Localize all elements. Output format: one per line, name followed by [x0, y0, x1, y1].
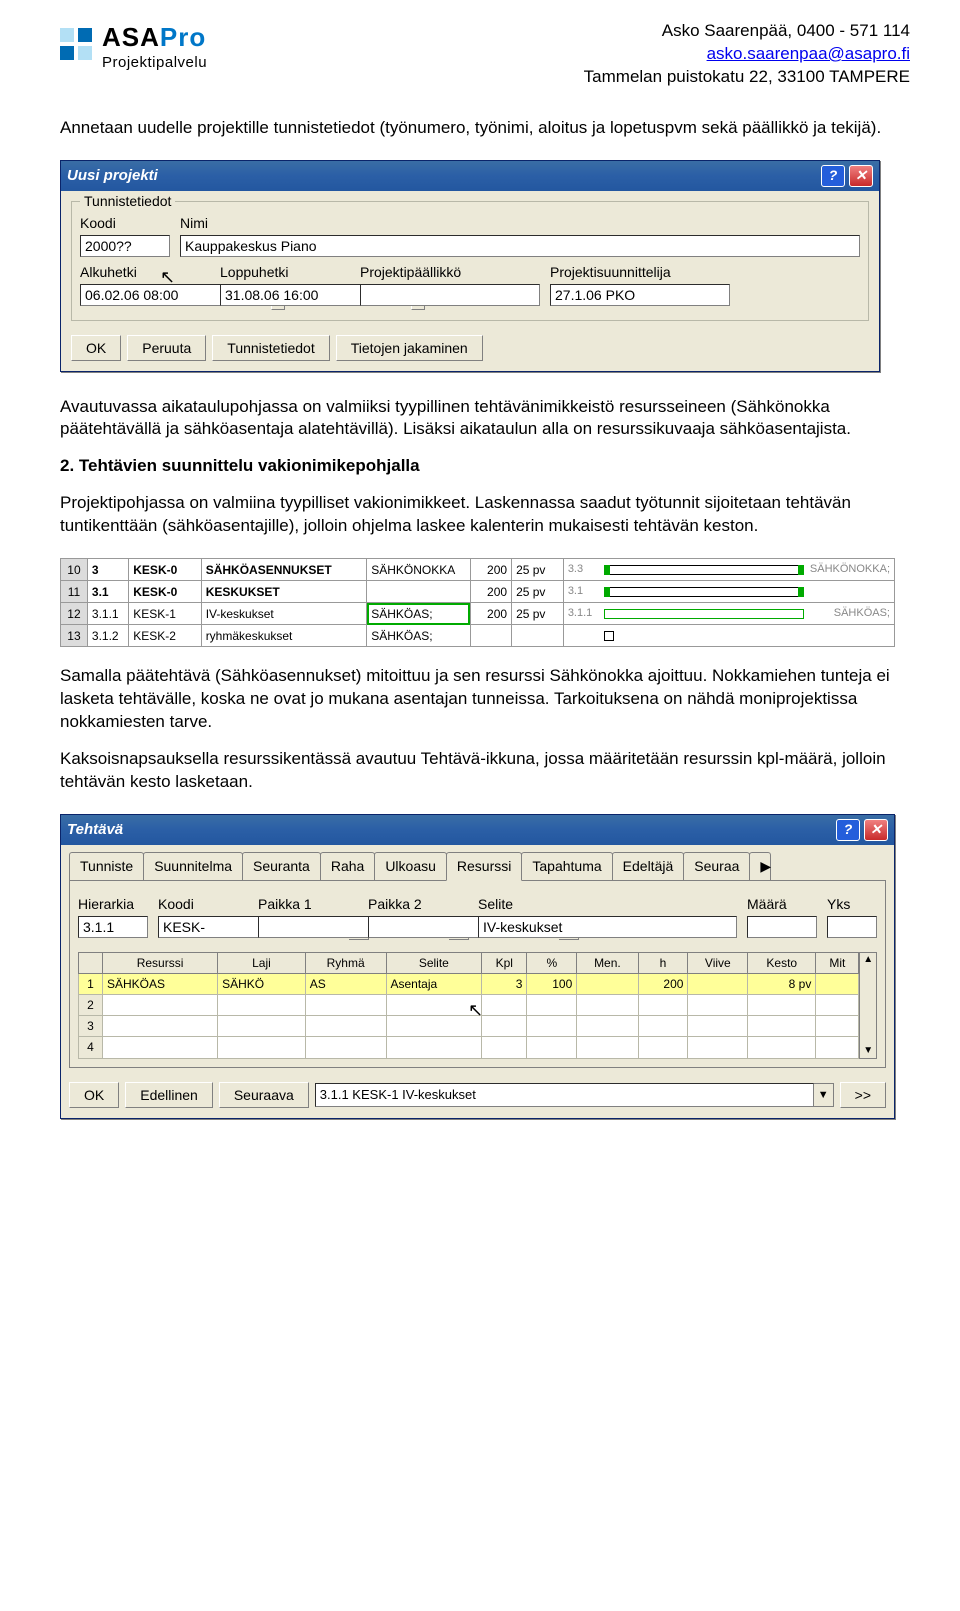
label-yks: Yks: [827, 895, 877, 914]
label-hierarkia: Hierarkia: [78, 895, 148, 914]
task-selector[interactable]: [315, 1083, 814, 1107]
dialog-uusi-projekti: Uusi projekti ? ✕ Tunnistetiedot Koodi N…: [60, 160, 880, 372]
table-row[interactable]: 123.1.1KESK-1IV-keskuksetSÄHKÖAS;20025 p…: [61, 603, 895, 625]
previous-button[interactable]: Edellinen: [125, 1082, 213, 1108]
dialog-title: Tehtävä: [67, 820, 123, 840]
label-paallikko: Projektipäällikkö: [360, 263, 540, 282]
scroll-down-icon[interactable]: ▼: [863, 1044, 873, 1058]
dialog-tehtava: Tehtävä ? ✕ TunnisteSuunnitelmaSeurantaR…: [60, 814, 895, 1119]
table-row[interactable]: 2: [79, 995, 859, 1016]
help-icon[interactable]: ?: [821, 165, 845, 187]
ok-button[interactable]: OK: [71, 335, 121, 361]
col-header[interactable]: Kesto: [748, 952, 816, 973]
tab-ulkoasu[interactable]: Ulkoasu: [374, 852, 447, 880]
contact-address: Tammelan puistokatu 22, 33100 TAMPERE: [584, 66, 910, 89]
table-row[interactable]: 4: [79, 1037, 859, 1058]
col-header[interactable]: Mit: [816, 952, 859, 973]
table-row[interactable]: 1SÄHKÖASSÄHKÖASAsentaja31002008 pv: [79, 973, 859, 994]
tab-edeltäjä[interactable]: Edeltäjä: [612, 852, 685, 880]
input-suunnittelija[interactable]: [550, 284, 730, 306]
col-header[interactable]: %: [527, 952, 577, 973]
contact-name: Asko Saarenpää, 0400 - 571 114: [584, 20, 910, 43]
paragraph-2: Avautuvassa aikataulupohjassa on valmiik…: [60, 396, 910, 442]
next-button[interactable]: Seuraava: [219, 1082, 309, 1108]
contact-email[interactable]: asko.saarenpaa@asapro.fi: [707, 44, 910, 63]
paragraph-3: Projektipohjassa on valmiina tyypilliset…: [60, 492, 910, 538]
logo-icon: [60, 28, 92, 60]
input-paallikko[interactable]: [360, 284, 540, 306]
titlebar[interactable]: Uusi projekti ? ✕: [61, 161, 879, 191]
label-koodi: Koodi: [158, 895, 248, 914]
tab-tunniste[interactable]: Tunniste: [69, 852, 144, 880]
page-header: ASAPro Projektipalvelu Asko Saarenpää, 0…: [60, 20, 910, 89]
close-icon[interactable]: ✕: [849, 165, 873, 187]
tab-pane: Hierarkia Koodi ▼ Paikka 1 ▼ Paikka 2: [69, 880, 886, 1068]
label-alkuhetki: Alkuhetki: [80, 263, 210, 282]
dropdown-icon[interactable]: ▼: [814, 1083, 834, 1107]
label-selite: Selite: [478, 895, 737, 914]
group-tunnistetiedot: Tunnistetiedot Koodi Nimi ↖ Alkuhetki ..…: [71, 201, 869, 321]
table-row[interactable]: 3: [79, 1016, 859, 1037]
col-header[interactable]: [79, 952, 103, 973]
col-header[interactable]: Ryhmä: [305, 952, 386, 973]
cancel-button[interactable]: Peruuta: [127, 335, 206, 361]
resource-table[interactable]: ResurssiLajiRyhmäSeliteKpl%Men.hViiveKes…: [78, 952, 859, 1059]
input-nimi[interactable]: [180, 235, 860, 257]
ok-button[interactable]: OK: [69, 1082, 119, 1108]
label-loppuhetki: Loppuhetki: [220, 263, 350, 282]
col-header[interactable]: Viive: [688, 952, 748, 973]
input-selite[interactable]: [478, 916, 737, 938]
input-maara[interactable]: [747, 916, 817, 938]
contact-block: Asko Saarenpää, 0400 - 571 114 asko.saar…: [584, 20, 910, 89]
help-icon[interactable]: ?: [836, 819, 860, 841]
tab-seuranta[interactable]: Seuranta: [242, 852, 321, 880]
col-header[interactable]: Selite: [386, 952, 482, 973]
col-header[interactable]: Men.: [577, 952, 638, 973]
paragraph-1: Annetaan uudelle projektille tunnistetie…: [60, 117, 910, 140]
tab-suunnitelma[interactable]: Suunnitelma: [143, 852, 243, 880]
tab-scroll-right[interactable]: ▶: [749, 852, 771, 880]
group-legend: Tunnistetiedot: [80, 192, 175, 211]
task-table: 103KESK-0SÄHKÖASENNUKSETSÄHKÖNOKKA20025 …: [60, 558, 895, 647]
col-header[interactable]: h: [638, 952, 688, 973]
tab-raha[interactable]: Raha: [320, 852, 375, 880]
tab-bar: TunnisteSuunnitelmaSeurantaRahaUlkoasuRe…: [61, 845, 894, 880]
label-paikka1: Paikka 1: [258, 895, 358, 914]
label-nimi: Nimi: [180, 214, 860, 233]
label-koodi: Koodi: [80, 214, 170, 233]
scrollbar[interactable]: ▲ ▼: [859, 952, 877, 1059]
tab-tapahtuma[interactable]: Tapahtuma: [521, 852, 612, 880]
scroll-up-icon[interactable]: ▲: [863, 953, 873, 967]
paragraph-4: Samalla päätehtävä (Sähköasennukset) mit…: [60, 665, 910, 734]
tunnistetiedot-button[interactable]: Tunnistetiedot: [212, 335, 329, 361]
input-yks[interactable]: [827, 916, 877, 938]
label-paikka2: Paikka 2: [368, 895, 468, 914]
close-icon[interactable]: ✕: [864, 819, 888, 841]
logo-text-asa: ASA: [102, 22, 160, 52]
input-koodi[interactable]: [80, 235, 170, 257]
tab-seuraa[interactable]: Seuraa: [683, 852, 750, 880]
col-header[interactable]: Kpl: [482, 952, 527, 973]
go-button[interactable]: >>: [840, 1082, 886, 1108]
col-header[interactable]: Resurssi: [103, 952, 218, 973]
logo-subtitle: Projektipalvelu: [102, 53, 207, 73]
dialog-title: Uusi projekti: [67, 166, 158, 186]
heading-1: 2. Tehtävien suunnittelu vakionimikepohj…: [60, 455, 910, 478]
label-suunnittelija: Projektisuunnittelija: [550, 263, 730, 282]
input-hierarkia[interactable]: [78, 916, 148, 938]
logo: ASAPro Projektipalvelu: [60, 20, 207, 73]
table-row[interactable]: 113.1KESK-0KESKUKSET20025 pv3.1: [61, 581, 895, 603]
col-header[interactable]: Laji: [218, 952, 306, 973]
titlebar[interactable]: Tehtävä ? ✕: [61, 815, 894, 845]
tietojen-jakaminen-button[interactable]: Tietojen jakaminen: [336, 335, 483, 361]
logo-text-pro: Pro: [160, 22, 206, 52]
paragraph-5: Kaksoisnapsauksella resurssikentässä ava…: [60, 748, 910, 794]
tab-resurssi[interactable]: Resurssi: [446, 852, 522, 881]
table-row[interactable]: 103KESK-0SÄHKÖASENNUKSETSÄHKÖNOKKA20025 …: [61, 559, 895, 581]
table-row[interactable]: 133.1.2KESK-2ryhmäkeskuksetSÄHKÖAS;: [61, 625, 895, 647]
label-maara: Määrä: [747, 895, 817, 914]
